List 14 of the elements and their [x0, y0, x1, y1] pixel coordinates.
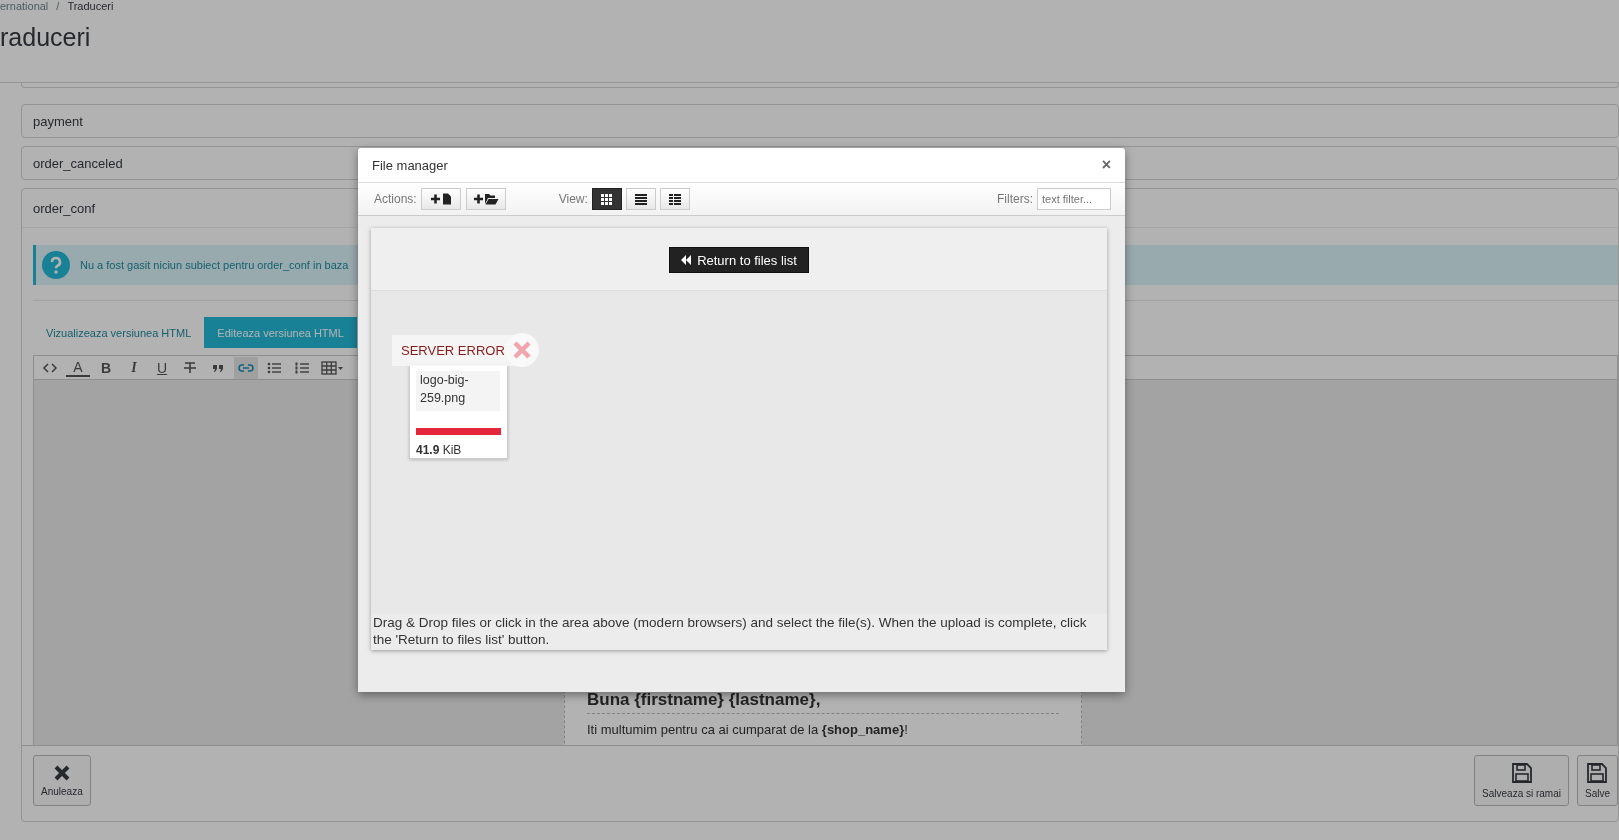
error-label: SERVER ERROR	[401, 343, 505, 358]
page-title: raduceri	[0, 22, 92, 52]
greeting-text: Buna {firstname} {lastname},	[587, 690, 822, 711]
file-name: logo-big-259.png	[416, 371, 500, 411]
breadcrumb-current: Traduceri	[67, 0, 114, 13]
help-text: Drag & Drop files or click in the area above (modern browsers) and select the file(s). When the upload is complete, click the 'Return to files list' button.	[371, 614, 1107, 650]
breadcrumb-separator: /	[56, 0, 60, 13]
alert-text: Nu a fost gasit niciun subiect pentru order_conf in baza	[80, 259, 349, 271]
thanks-text: Iti multumim pentru ca ai cumparat de la {shop_name}!	[587, 722, 908, 737]
filters-label: Filters:	[997, 192, 1033, 206]
file-size: 41.9 KiB	[416, 442, 463, 457]
actions-label: Actions:	[374, 192, 417, 206]
dialog-title: File manager	[372, 157, 448, 173]
view-label: View:	[558, 192, 588, 206]
